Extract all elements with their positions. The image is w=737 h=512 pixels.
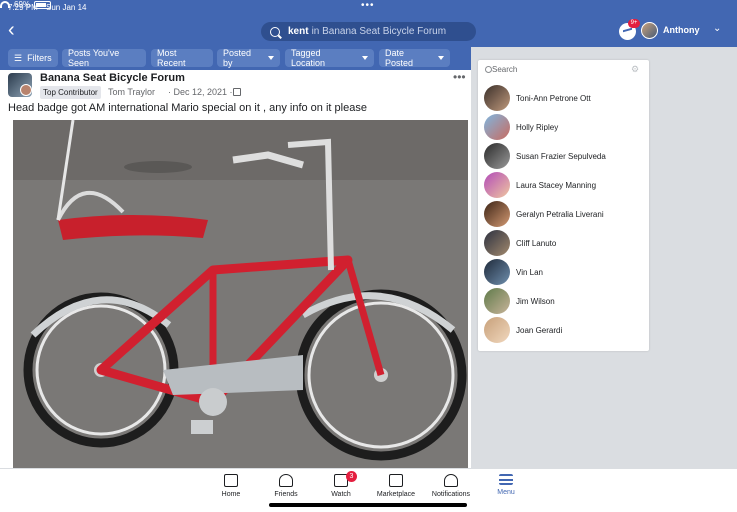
- chip-most-recent[interactable]: Most Recent: [151, 48, 213, 68]
- filters-button[interactable]: ☰ Filters: [8, 49, 58, 67]
- friend-name: Susan Frazier Sepulveda: [516, 151, 606, 161]
- friend-item[interactable]: Susan Frazier Sepulveda: [484, 143, 644, 169]
- filter-bar: ☰ Filters Posts You've Seen Most Recent …: [0, 47, 471, 70]
- chevron-down-icon[interactable]: ⌄: [713, 23, 721, 34]
- post-author[interactable]: Tom Traylor: [108, 87, 155, 97]
- tab-label: Friends: [274, 491, 298, 498]
- home-icon: [224, 474, 238, 487]
- home-indicator[interactable]: [269, 503, 467, 507]
- multitasking-dots-icon[interactable]: •••: [361, 0, 375, 11]
- friend-name: Vin Lan: [516, 267, 543, 277]
- friend-name: Holly Ripley: [516, 122, 559, 132]
- tab-menu[interactable]: Menu: [476, 473, 536, 496]
- friend-item[interactable]: Vin Lan: [484, 259, 644, 285]
- chip-date-posted[interactable]: Date Posted: [379, 48, 450, 68]
- top-header: 7:29 PM Sun Jan 14 ••• 69% ‹ kent in Ban…: [0, 0, 737, 47]
- bicycle-photo-icon: [13, 120, 468, 468]
- tab-friends[interactable]: Friends: [256, 473, 316, 498]
- tab-marketplace[interactable]: Marketplace: [366, 473, 426, 498]
- post-text: Head badge got AM international Mario sp…: [8, 102, 367, 114]
- friend-name: Joan Gerardi: [516, 325, 563, 335]
- tab-label: Watch: [331, 491, 351, 498]
- search-icon: [270, 26, 280, 37]
- avatar: [484, 230, 510, 256]
- chip-tagged-location[interactable]: Tagged Location: [285, 48, 374, 68]
- tab-watch[interactable]: 3 Watch: [311, 471, 371, 498]
- post-card: Banana Seat Bicycle Forum ••• Top Contri…: [0, 70, 471, 468]
- author-avatar[interactable]: [20, 84, 32, 96]
- search-icon: [485, 66, 492, 73]
- group-name[interactable]: Banana Seat Bicycle Forum: [40, 72, 185, 84]
- gear-icon[interactable]: ⚙: [631, 64, 639, 75]
- avatar: [484, 201, 510, 227]
- avatar: [484, 317, 510, 343]
- caret-down-icon: [438, 56, 444, 60]
- tab-label: Menu: [497, 489, 515, 496]
- chip-label: Posted by: [223, 48, 252, 68]
- messenger-badge: 9+: [628, 19, 640, 28]
- watch-badge: 3: [346, 471, 357, 482]
- status-date: Sun Jan 14: [46, 3, 87, 12]
- group-privacy-icon: [233, 88, 241, 96]
- back-chevron-icon[interactable]: ‹: [8, 20, 22, 40]
- avatar: [484, 114, 510, 140]
- chip-label: Tagged Location: [291, 48, 326, 68]
- tab-home[interactable]: Home: [201, 473, 261, 498]
- avatar: [484, 172, 510, 198]
- friend-name: Geralyn Petralia Liverani: [516, 209, 604, 219]
- friend-item[interactable]: Cliff Lanuto: [484, 230, 644, 256]
- sliders-icon: ☰: [14, 52, 23, 63]
- chip-label: Posts You've Seen: [68, 48, 120, 68]
- search-scope: in Banana Seat Bicycle Forum: [311, 26, 447, 37]
- caret-down-icon: [268, 56, 274, 60]
- tab-notifications[interactable]: Notifications: [421, 473, 481, 498]
- friend-item[interactable]: Jim Wilson: [484, 288, 644, 314]
- friend-item[interactable]: Geralyn Petralia Liverani: [484, 201, 644, 227]
- top-contributor-badge: Top Contributor: [40, 86, 101, 99]
- friend-item[interactable]: Joan Gerardi: [484, 317, 644, 343]
- search-input[interactable]: kent in Banana Seat Bicycle Forum: [261, 22, 476, 41]
- more-options-icon[interactable]: •••: [453, 70, 466, 84]
- friend-item[interactable]: Holly Ripley: [484, 114, 644, 140]
- friend-name: Jim Wilson: [516, 296, 555, 306]
- caret-down-icon: [362, 56, 368, 60]
- friend-name: Cliff Lanuto: [516, 238, 557, 248]
- friend-name: Laura Stacey Manning: [516, 180, 597, 190]
- avatar: [484, 143, 510, 169]
- friends-icon: [279, 474, 293, 487]
- filters-label: Filters: [27, 53, 52, 63]
- friend-item[interactable]: Toni-Ann Petrone Ott: [484, 85, 644, 111]
- avatar: [484, 85, 510, 111]
- friend-name: Toni-Ann Petrone Ott: [516, 93, 591, 103]
- chip-label: Most Recent: [157, 48, 186, 68]
- tab-label: Marketplace: [376, 491, 416, 498]
- chip-posts-seen[interactable]: Posts You've Seen: [62, 48, 146, 68]
- friend-item[interactable]: Laura Stacey Manning: [484, 172, 644, 198]
- marketplace-icon: [389, 474, 403, 487]
- post-date[interactable]: · Dec 12, 2021 ·: [168, 87, 233, 97]
- tab-label: Notifications: [431, 491, 471, 498]
- user-name[interactable]: Anthony: [663, 25, 700, 35]
- tab-label: Home: [221, 491, 241, 498]
- search-term: kent: [288, 26, 309, 37]
- user-avatar[interactable]: [641, 22, 658, 39]
- avatar: [484, 288, 510, 314]
- friends-panel: Search ⚙ Toni-Ann Petrone Ott Holly Ripl…: [478, 60, 649, 351]
- chip-label: Date Posted: [385, 48, 414, 68]
- panel-search-input[interactable]: Search: [492, 65, 517, 74]
- menu-icon: [499, 474, 513, 485]
- post-photo[interactable]: [13, 120, 468, 468]
- battery-icon: [34, 0, 52, 9]
- bell-icon: [444, 474, 458, 487]
- avatar: [484, 259, 510, 285]
- chip-posted-by[interactable]: Posted by: [217, 48, 280, 68]
